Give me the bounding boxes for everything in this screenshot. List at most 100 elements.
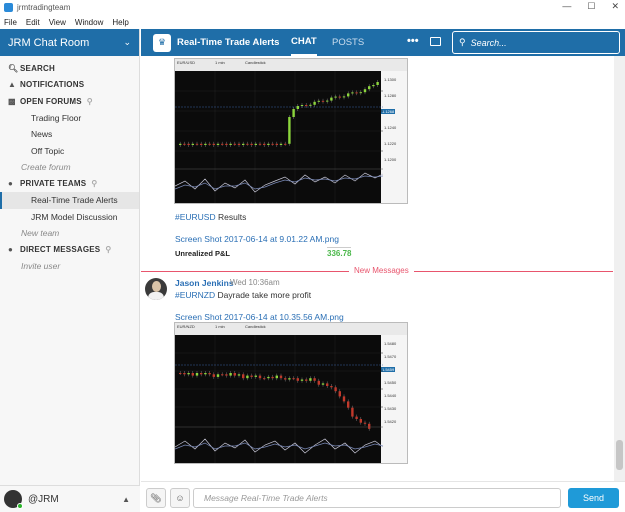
message-text: #EURNZD Dayrade take more profit <box>175 290 311 300</box>
menu-edit[interactable]: Edit <box>26 18 40 27</box>
candle <box>355 416 358 419</box>
candle <box>288 378 291 380</box>
create-forum-link[interactable]: Create forum <box>0 159 139 176</box>
search-icon: ⚲ <box>459 37 466 47</box>
candle <box>254 143 257 145</box>
sidebar-search[interactable]: 🔍︎ SEARCH <box>0 60 139 77</box>
tab-chat[interactable]: CHAT <box>291 29 317 56</box>
send-button[interactable]: Send <box>568 488 619 508</box>
candle <box>208 373 211 375</box>
sidebar-item-real-time-trade-alerts[interactable]: Real-Time Trade Alerts <box>0 192 139 209</box>
candle <box>347 401 350 408</box>
candle <box>317 100 320 102</box>
sidebar-item-trading-floor[interactable]: Trading Floor <box>0 110 139 127</box>
team-name: JRM Chat Room <box>8 36 90 49</box>
attachment-link[interactable]: Screen Shot 2017-06-14 at 10.35.56 AM.pn… <box>175 312 344 322</box>
candle <box>246 375 249 379</box>
sidebar-item-jrm-model-discussion[interactable]: JRM Model Discussion <box>0 209 139 226</box>
team-switcher[interactable]: JRM Chat Room ⌄ <box>0 29 139 56</box>
candle <box>200 373 203 375</box>
menu-window[interactable]: Window <box>75 18 103 27</box>
title-bar: jrmtradingteam — ☐ ✕ <box>0 0 625 15</box>
message-list: EUR/USD 1 min Candlestick 1.1300 1.1280 … <box>141 56 613 481</box>
candle <box>279 143 283 145</box>
current-user: @JRM <box>28 493 59 505</box>
candle <box>279 375 283 379</box>
candle <box>225 143 228 145</box>
avatar[interactable] <box>145 278 167 300</box>
forum-search-icon[interactable]: ⚲ <box>87 97 93 106</box>
candle <box>187 143 190 145</box>
online-status-dot <box>17 503 23 509</box>
search-icon: 🔍︎ <box>8 63 19 73</box>
candle <box>225 374 228 376</box>
toggle-panel-icon[interactable] <box>430 37 441 46</box>
chart-style: Candlestick <box>245 324 266 329</box>
candle <box>263 143 266 145</box>
candle <box>296 378 299 381</box>
window-title: jrmtradingteam <box>17 3 71 12</box>
message-input-placeholder: Message Real-Time Trade Alerts <box>204 493 328 503</box>
pnl-value: 336.78 <box>327 247 352 258</box>
candle <box>351 407 354 417</box>
menu-file[interactable]: File <box>4 18 17 27</box>
maximize-button[interactable]: ☐ <box>587 1 595 12</box>
candle <box>237 374 241 376</box>
candle <box>359 419 362 423</box>
candle <box>363 89 367 93</box>
candle <box>237 143 241 145</box>
sidebar-notifications-label: NOTIFICATIONS <box>20 80 85 90</box>
candle <box>284 143 287 145</box>
minimize-button[interactable]: — <box>562 1 571 12</box>
invite-user-link[interactable]: Invite user <box>0 258 139 275</box>
candle <box>271 143 274 145</box>
more-options-icon[interactable]: ••• <box>407 35 419 47</box>
candle <box>179 143 182 145</box>
chart-style: Candlestick <box>245 60 266 65</box>
sidebar-item-news[interactable]: News <box>0 126 139 143</box>
dm-search-icon[interactable]: ⚲ <box>105 245 111 254</box>
hashtag-link[interactable]: #EURUSD <box>175 212 216 222</box>
tab-posts[interactable]: POSTS <box>332 29 364 56</box>
new-team-link[interactable]: New team <box>0 225 139 242</box>
attachment-link[interactable]: Screen Shot 2017-06-14 at 9.01.22 AM.png <box>175 234 339 244</box>
candle <box>229 143 232 145</box>
avatar <box>4 490 23 509</box>
team-search-icon[interactable]: ⚲ <box>91 179 97 188</box>
candle <box>216 143 220 145</box>
menu-help[interactable]: Help <box>112 18 128 27</box>
message-input[interactable]: Message Real-Time Trade Alerts <box>193 488 561 508</box>
user-menu[interactable]: @JRM ▲ <box>0 485 140 512</box>
scrollbar-thumb[interactable] <box>616 440 623 470</box>
message-scrollbar[interactable] <box>614 56 625 481</box>
message-author[interactable]: Jason Jenkins <box>175 278 234 288</box>
candle <box>267 376 270 379</box>
emoji-button[interactable]: ☺ <box>170 488 190 508</box>
candle <box>221 143 224 145</box>
team-icon: ● <box>8 179 14 189</box>
candle <box>288 117 291 144</box>
sidebar-open-forums[interactable]: ▩ OPEN FORUMS ⚲ <box>0 93 139 110</box>
chevron-up-icon: ▲ <box>122 494 130 504</box>
candle <box>363 422 367 424</box>
search-input[interactable]: ⚲ Search... <box>452 31 620 54</box>
attach-file-button[interactable]: 📎︎ <box>146 488 166 508</box>
candle <box>334 387 337 392</box>
menu-view[interactable]: View <box>49 18 66 27</box>
candle <box>183 143 186 145</box>
sidebar-notifications[interactable]: ▲ NOTIFICATIONS <box>0 77 139 94</box>
candle <box>195 373 199 376</box>
sidebar-private-teams[interactable]: ● PRIVATE TEAMS ⚲ <box>0 176 139 193</box>
candle <box>246 143 249 145</box>
price-tick: 1.5470 <box>384 354 397 359</box>
candle <box>317 380 320 385</box>
sidebar-direct-messages[interactable]: ● DIRECT MESSAGES ⚲ <box>0 242 139 259</box>
sidebar-item-off-topic[interactable]: Off Topic <box>0 143 139 160</box>
chart-screenshot-eurnzd[interactable]: EUR/NZD 1 min Candlestick 1.5480 1.5470 … <box>174 322 408 464</box>
hashtag-link[interactable]: #EURNZD <box>175 290 215 300</box>
chart-screenshot-eurusd[interactable]: EUR/USD 1 min Candlestick 1.1300 1.1280 … <box>174 58 408 204</box>
close-button[interactable]: ✕ <box>611 1 619 12</box>
menu-bar: File Edit View Window Help <box>0 15 625 29</box>
candle <box>242 374 245 379</box>
price-tick: 1.5420 <box>384 419 397 424</box>
